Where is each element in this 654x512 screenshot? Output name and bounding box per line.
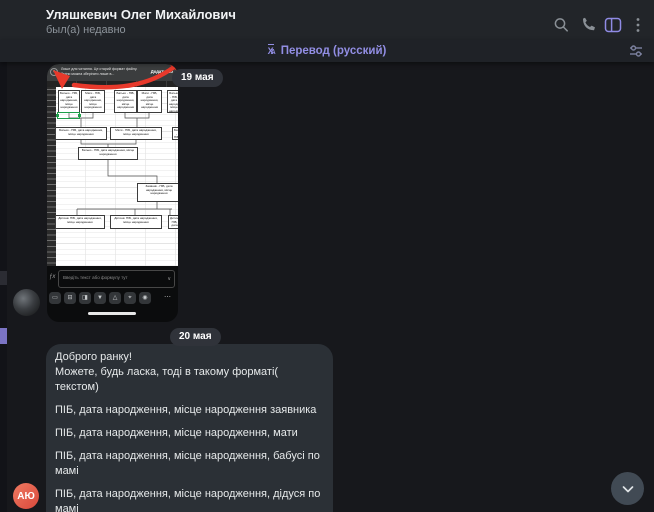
sheet-cell: Дитина: ПІБ, дата народження, місце наро…	[168, 215, 178, 229]
sidebar-toggle-icon[interactable]	[603, 15, 623, 35]
sheet-cell: Заявник - ПІБ, дата народження, місце на…	[137, 183, 178, 202]
date-badge[interactable]: 19 мая	[172, 69, 223, 87]
chat-status: был(а) недавно	[46, 24, 126, 36]
sheet-cell: Дитина: ПІБ, дата народження, місце наро…	[55, 215, 105, 229]
chat-header: Уляшкевич Олег Михайлович был(а) недавно	[0, 0, 654, 40]
translate-label: Перевод (русский)	[280, 45, 387, 57]
search-icon[interactable]	[551, 15, 571, 35]
chat-list-edge-selected	[0, 328, 7, 344]
chat-list-edge-item	[0, 271, 7, 285]
scroll-down-button[interactable]	[611, 472, 644, 505]
sender-initials-avatar[interactable]: АЮ	[13, 483, 39, 509]
translate-settings-icon[interactable]	[628, 43, 644, 59]
chat-title[interactable]: Уляшкевич Олег Михайлович	[46, 7, 236, 22]
message-list[interactable]: Батько - ПІБ, дата народження, місце нар…	[0, 62, 654, 512]
message-paragraph: ПІБ, дата народження, місце народження, …	[55, 427, 298, 439]
red-arrow-annotation	[53, 64, 178, 90]
sheet-cell: Мати - ПІБ, дата народження, місце народ…	[110, 127, 162, 140]
photo-message[interactable]: Батько - ПІБ, дата народження, місце нар…	[47, 64, 178, 322]
sheet-cell: Батько - ПІБ, дата народження, місце нар…	[55, 127, 107, 140]
chevron-down-icon	[622, 485, 633, 492]
menu-kebab-icon[interactable]	[628, 15, 648, 35]
message-paragraph: ПІБ, дата народження, місце народження з…	[55, 404, 317, 416]
date-badge[interactable]: 20 мая	[170, 328, 221, 346]
message-paragraph: ПІБ, дата народження, місце народження, …	[55, 488, 321, 512]
telegram-window: Уляшкевич Олег Михайлович был(а) недавно	[0, 0, 654, 512]
sheet-cell: Батько - ПІБ, дата народження, місце нар…	[172, 127, 178, 140]
translate-button[interactable]: XA Перевод (русский)	[0, 40, 654, 62]
chat-list-edge	[0, 62, 7, 512]
translate-bar: XA Перевод (русский)	[0, 40, 654, 62]
message-bubble: Доброго ранку! Можете, будь ласка, тоді …	[46, 344, 333, 512]
sender-photo-avatar[interactable]	[13, 289, 40, 316]
translate-icon: XA	[267, 44, 276, 56]
sheet-cell: Батько - ПІБ, дата народження, місце нар…	[78, 147, 138, 160]
call-icon[interactable]	[578, 15, 598, 35]
message-paragraph: ПІБ, дата народження, місце народження, …	[55, 450, 320, 477]
message-paragraph: Доброго ранку! Можете, будь ласка, тоді …	[55, 351, 279, 393]
sheet-cell: Дитина: ПІБ, дата народження, місце наро…	[110, 215, 162, 229]
